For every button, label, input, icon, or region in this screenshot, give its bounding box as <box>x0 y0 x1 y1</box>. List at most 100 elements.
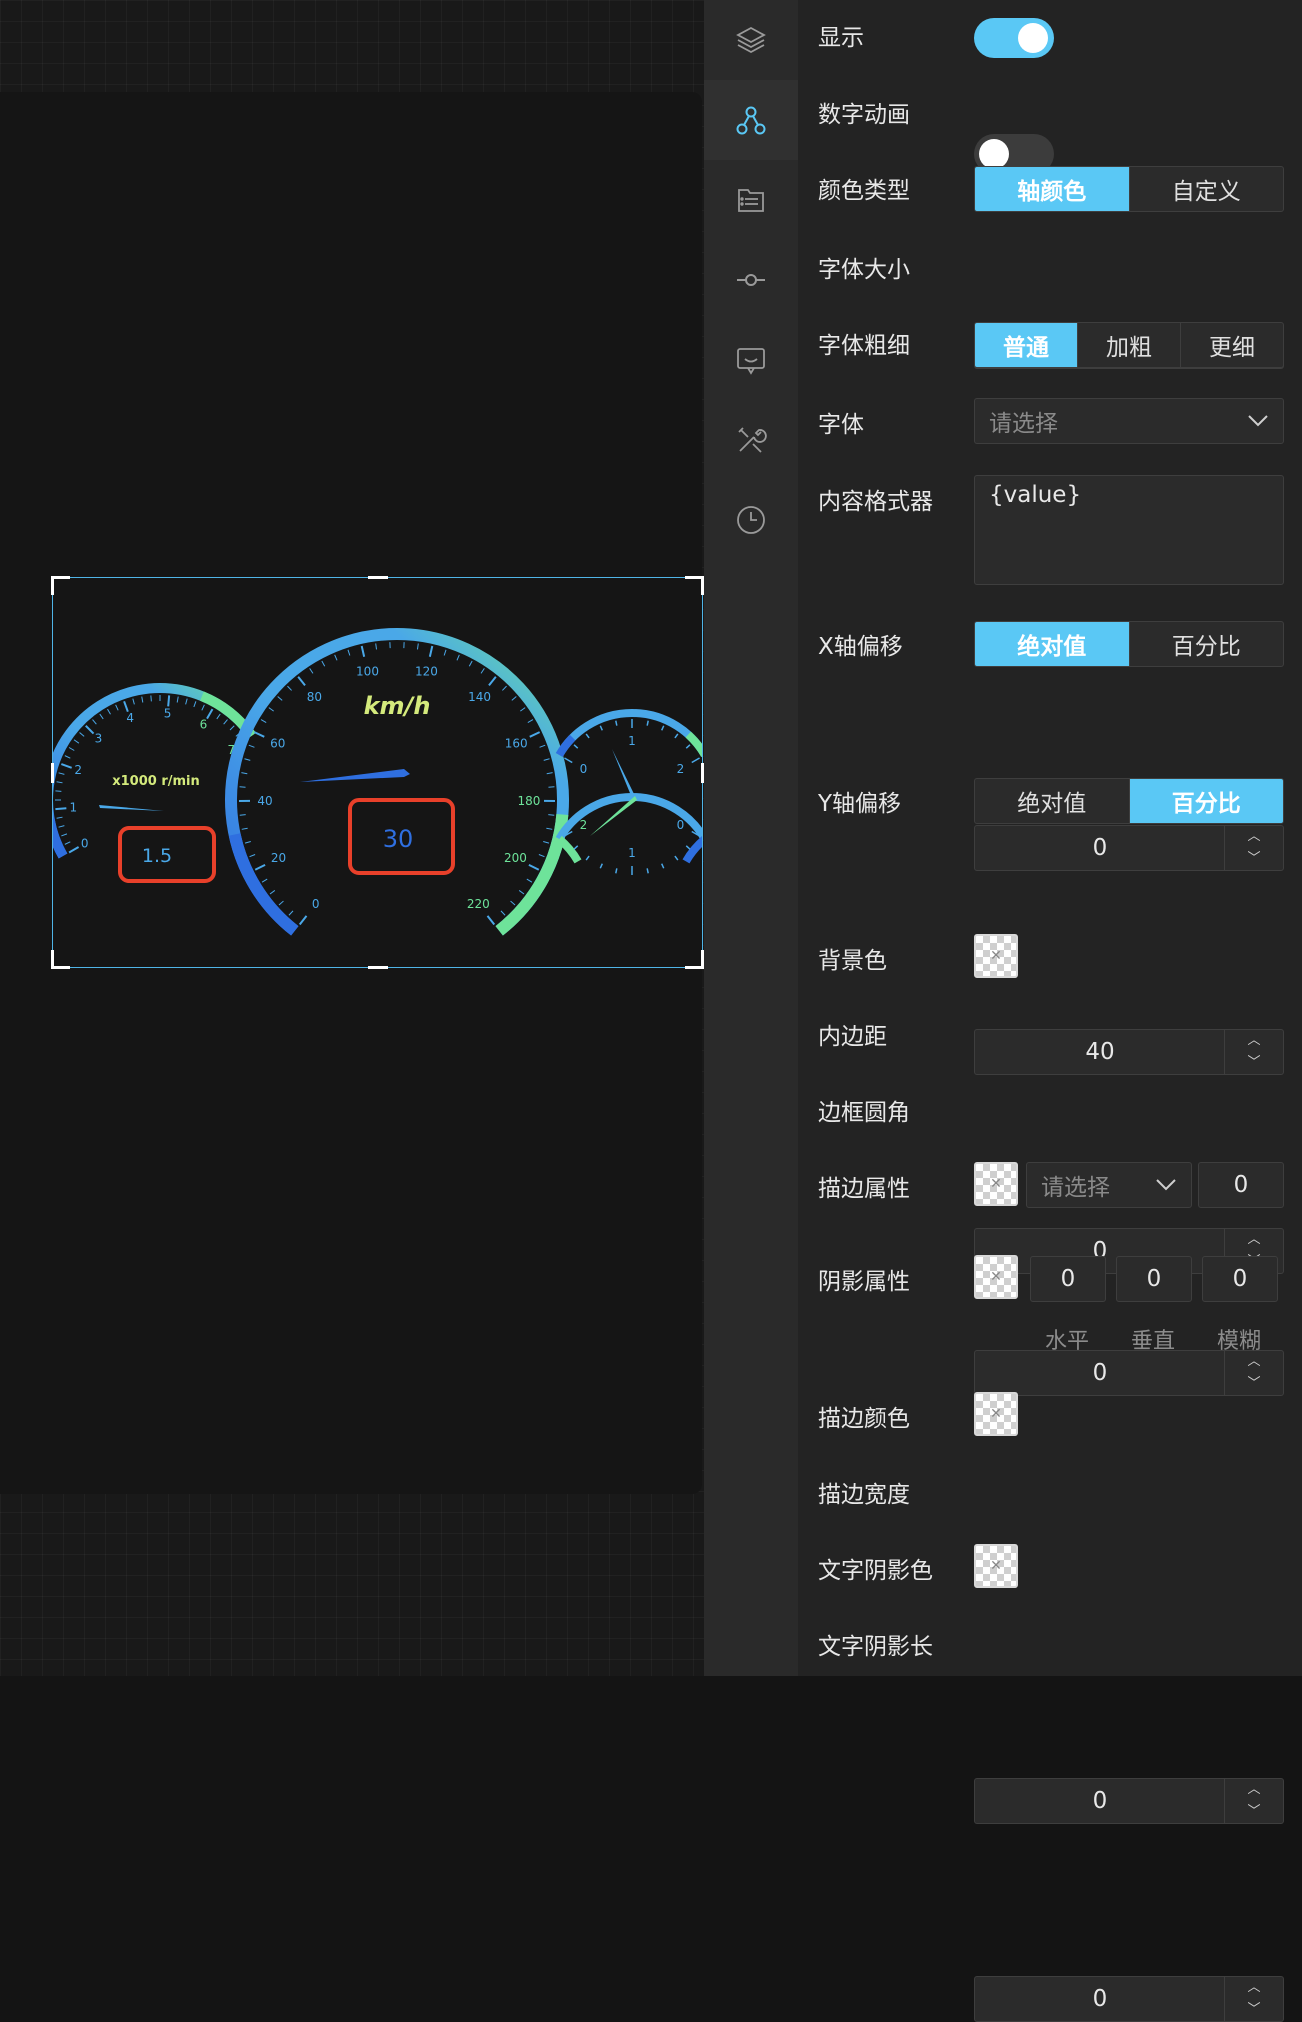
number-animation-label: 数字动画 <box>818 95 910 129</box>
resize-handle-bottom-right[interactable] <box>685 950 704 969</box>
y-offset-label: Y轴偏移 <box>818 784 901 818</box>
tab-layers[interactable] <box>704 0 798 80</box>
stroke-color-picker[interactable]: ✕ <box>974 1162 1018 1206</box>
padding-label: 内边距 <box>818 1017 887 1051</box>
color-type-segmented: 轴颜色 自定义 <box>974 166 1284 212</box>
chevron-down-icon <box>1155 1178 1177 1192</box>
stroke-width-label: 描边宽度 <box>818 1475 910 1509</box>
formatter-textarea[interactable]: {value} <box>974 475 1284 585</box>
tab-tooltip[interactable] <box>704 320 798 400</box>
border-radius-stepper[interactable]: ︿﹀ <box>1224 1351 1283 1395</box>
font-weight-lighter-option[interactable]: 更细 <box>1180 323 1283 367</box>
toggle-knob <box>979 139 1009 169</box>
resize-handle-bottom[interactable] <box>368 966 388 969</box>
chevron-up-icon[interactable]: ︿ <box>1247 1355 1260 1369</box>
clock-icon <box>735 504 767 536</box>
y-offset-mode-segmented: 绝对值 百分比 <box>974 778 1284 824</box>
selection-box[interactable] <box>52 577 703 968</box>
tab-history[interactable] <box>704 480 798 560</box>
commit-icon <box>735 264 767 296</box>
font-family-label: 字体 <box>818 405 864 439</box>
text-shadow-color-picker[interactable]: ✕ <box>974 1544 1018 1588</box>
properties-panel: 显示 数字动画 颜色类型 轴颜色 自定义 字体大小 20 ︿﹀ 字体粗细 普通 … <box>798 0 1302 1676</box>
font-family-placeholder: 请选择 <box>989 404 1058 438</box>
shadow-label: 阴影属性 <box>818 1262 910 1296</box>
stroke-width-box[interactable]: 0 <box>1198 1162 1284 1208</box>
font-weight-normal-option[interactable]: 普通 <box>975 323 1077 367</box>
document-list-icon <box>735 184 767 216</box>
chevron-down-icon[interactable]: ﹀ <box>1247 2003 1260 2017</box>
resize-handle-bottom-left[interactable] <box>51 950 70 969</box>
font-weight-label: 字体粗细 <box>818 326 910 360</box>
font-weight-segmented: 普通 加粗 更细 <box>974 322 1284 368</box>
x-offset-mode-segmented: 绝对值 百分比 <box>974 621 1284 667</box>
shadow-vertical-input[interactable]: 0 <box>1116 1256 1192 1302</box>
tab-tools[interactable] <box>704 400 798 480</box>
color-type-axis-option[interactable]: 轴颜色 <box>975 167 1129 211</box>
font-family-select[interactable]: 请选择 <box>974 398 1284 444</box>
resize-handle-top[interactable] <box>368 576 388 579</box>
x-offset-value: 0 <box>975 826 1225 870</box>
y-offset-value: 40 <box>975 1030 1225 1074</box>
font-weight-bold-option[interactable]: 加粗 <box>1077 323 1180 367</box>
tab-interaction[interactable] <box>704 240 798 320</box>
chevron-up-icon[interactable]: ︿ <box>1247 1233 1260 1247</box>
y-offset-percent-option[interactable]: 百分比 <box>1129 779 1284 823</box>
tools-icon <box>735 424 767 456</box>
shadow-horizontal-input[interactable]: 0 <box>1030 1256 1106 1302</box>
x-offset-absolute-option[interactable]: 绝对值 <box>975 622 1129 666</box>
border-radius-value: 0 <box>975 1351 1225 1395</box>
layers-icon <box>735 24 767 56</box>
chevron-down-icon[interactable]: ﹀ <box>1247 852 1260 866</box>
x-offset-percent-option[interactable]: 百分比 <box>1129 622 1284 666</box>
stroke-style-placeholder: 请选择 <box>1041 1168 1110 1202</box>
chevron-down-icon[interactable]: ﹀ <box>1247 1056 1260 1070</box>
y-offset-absolute-option[interactable]: 绝对值 <box>975 779 1129 823</box>
color-type-custom-option[interactable]: 自定义 <box>1129 167 1284 211</box>
chevron-up-icon[interactable]: ︿ <box>1247 830 1260 844</box>
show-toggle[interactable] <box>974 18 1054 58</box>
resize-handle-top-left[interactable] <box>51 576 70 595</box>
bg-color-picker[interactable]: ✕ <box>974 934 1018 978</box>
chevron-up-icon[interactable]: ︿ <box>1247 1783 1260 1797</box>
x-offset-input[interactable]: 0 ︿﹀ <box>974 825 1284 871</box>
text-shadow-length-label: 文字阴影长 <box>818 1627 933 1661</box>
text-shadow-length-value: 0 <box>975 1977 1225 2021</box>
show-label: 显示 <box>818 18 864 52</box>
font-size-label: 字体大小 <box>818 250 910 284</box>
shadow-vertical-caption: 垂直 <box>1131 1323 1175 1355</box>
y-offset-stepper[interactable]: ︿﹀ <box>1224 1030 1283 1074</box>
shadow-blur-input[interactable]: 0 <box>1202 1256 1278 1302</box>
formatter-value: {value} <box>989 482 1081 508</box>
color-type-label: 颜色类型 <box>818 171 910 205</box>
chevron-up-icon[interactable]: ︿ <box>1247 1981 1260 1995</box>
border-radius-input[interactable]: 0 ︿﹀ <box>974 1350 1284 1396</box>
y-offset-input[interactable]: 40 ︿﹀ <box>974 1029 1284 1075</box>
editor-canvas[interactable]: 01234567x1000 r/min1.5020406080100120140… <box>0 0 704 1676</box>
stroke-color-label: 描边颜色 <box>818 1399 910 1433</box>
shadow-blur-caption: 模糊 <box>1217 1323 1261 1355</box>
shadow-horizontal-caption: 水平 <box>1045 1323 1089 1355</box>
stroke-color-swatch[interactable]: ✕ <box>974 1392 1018 1436</box>
chevron-down-icon[interactable]: ﹀ <box>1247 1805 1260 1819</box>
resize-handle-left[interactable] <box>51 763 54 783</box>
x-offset-stepper[interactable]: ︿﹀ <box>1224 826 1283 870</box>
chevron-down-icon[interactable]: ﹀ <box>1247 1377 1260 1391</box>
stroke-label: 描边属性 <box>818 1169 910 1203</box>
stroke-style-select[interactable]: 请选择 <box>1026 1162 1192 1208</box>
toggle-knob <box>1018 23 1048 53</box>
chevron-up-icon[interactable]: ︿ <box>1247 1034 1260 1048</box>
stroke-width-stepper[interactable]: ︿﹀ <box>1224 1779 1283 1823</box>
stroke-width-input[interactable]: 0 ︿﹀ <box>974 1778 1284 1824</box>
chat-bubble-icon <box>735 344 767 376</box>
tab-data[interactable] <box>704 160 798 240</box>
x-offset-label: X轴偏移 <box>818 627 903 661</box>
property-tab-rail <box>704 0 798 1676</box>
shadow-color-picker[interactable]: ✕ <box>974 1255 1018 1299</box>
text-shadow-length-stepper[interactable]: ︿﹀ <box>1224 1977 1283 2021</box>
text-shadow-length-input[interactable]: 0 ︿﹀ <box>974 1976 1284 2022</box>
chevron-down-icon <box>1247 414 1269 428</box>
formatter-label: 内容格式器 <box>818 482 933 516</box>
tab-nodes[interactable] <box>704 80 798 160</box>
resize-handle-top-right[interactable] <box>685 576 704 595</box>
